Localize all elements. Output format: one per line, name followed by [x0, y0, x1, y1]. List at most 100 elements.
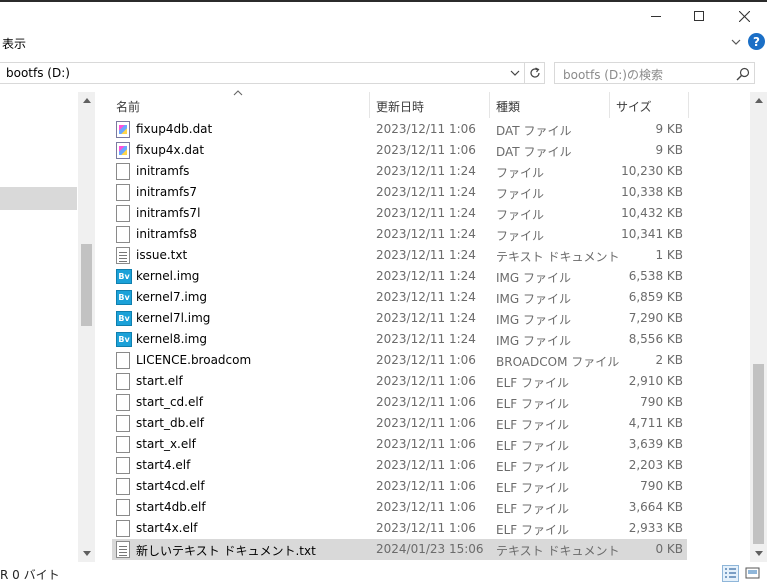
file-row[interactable]: start.elf 2023/12/11 1:06 ELF ファイル 2,910 KB	[112, 371, 687, 392]
nav-selected-item[interactable]	[0, 187, 77, 210]
large-icons-view-button[interactable]	[744, 565, 761, 582]
file-modified: 2023/12/11 1:06	[376, 458, 476, 472]
file-row[interactable]: fixup4db.dat 2023/12/11 1:06 DAT ファイル 9 KB	[112, 119, 687, 140]
file-row[interactable]: start4.elf 2023/12/11 1:06 ELF ファイル 2,203 K…	[112, 455, 687, 476]
column-divider[interactable]	[369, 92, 370, 118]
file-icon	[116, 352, 130, 369]
tab-view[interactable]: 表示	[2, 35, 26, 52]
file-name: start4x.elf	[136, 521, 198, 535]
large-icons-view-icon	[745, 567, 760, 579]
file-modified: 2023/12/11 1:24	[376, 290, 476, 304]
column-divider[interactable]	[688, 92, 689, 118]
text-file-icon	[116, 541, 130, 558]
file-type: ELF ファイル	[496, 397, 569, 411]
file-name: LICENCE.broadcom	[136, 353, 252, 367]
help-button[interactable]: ?	[748, 33, 765, 50]
file-row[interactable]: start4x.elf 2023/12/11 1:06 ELF ファイル 2,933 …	[112, 518, 687, 539]
minimize-icon	[651, 15, 661, 17]
file-row[interactable]: start_cd.elf 2023/12/11 1:06 ELF ファイル 790 K…	[112, 392, 687, 413]
file-name: start_x.elf	[136, 437, 196, 451]
address-history-button[interactable]	[508, 65, 522, 81]
file-size: 3,639 KB	[628, 437, 683, 451]
column-header-name[interactable]: 名前	[116, 98, 140, 115]
file-row[interactable]: Bv kernel8.img 2023/12/11 1:24 IMG ファイル 8,55…	[112, 329, 687, 350]
file-size: 2 KB	[655, 353, 683, 367]
minimize-button[interactable]	[633, 2, 679, 30]
file-icon	[116, 205, 130, 222]
search-box[interactable]: bootfs (D:)の検索	[554, 62, 755, 84]
file-modified: 2023/12/11 1:06	[376, 395, 476, 409]
file-list-scrollbar[interactable]	[750, 92, 767, 562]
file-row[interactable]: start4cd.elf 2023/12/11 1:06 ELF ファイル 790 K…	[112, 476, 687, 497]
file-name: 新しいテキスト ドキュメント.txt	[136, 544, 316, 558]
chevron-down-icon	[731, 39, 741, 45]
file-row[interactable]: initramfs 2023/12/11 1:24 ファイル 10,230 KB	[112, 161, 687, 182]
scroll-up-icon[interactable]	[78, 92, 95, 109]
file-icon	[116, 520, 130, 537]
file-icon	[116, 184, 130, 201]
file-row[interactable]: fixup4x.dat 2023/12/11 1:06 DAT ファイル 9 KB	[112, 140, 687, 161]
navigation-scrollbar[interactable]	[78, 92, 95, 562]
file-row[interactable]: start_x.elf 2023/12/11 1:06 ELF ファイル 3,639 …	[112, 434, 687, 455]
refresh-icon	[529, 67, 540, 78]
file-modified: 2023/12/11 1:24	[376, 164, 476, 178]
column-header-size[interactable]: サイズ	[616, 98, 652, 115]
column-divider[interactable]	[609, 92, 610, 118]
file-modified: 2023/12/11 1:24	[376, 248, 476, 262]
navigation-pane	[0, 92, 78, 562]
file-name: start_db.elf	[136, 416, 204, 430]
dat-file-icon	[116, 121, 130, 138]
file-type: IMG ファイル	[496, 313, 572, 327]
file-size: 8,556 KB	[628, 332, 683, 346]
file-type: ELF ファイル	[496, 502, 569, 516]
file-modified: 2023/12/11 1:06	[376, 521, 476, 535]
details-view-icon	[725, 568, 736, 578]
close-button[interactable]	[721, 2, 767, 30]
details-view-button[interactable]	[722, 565, 739, 582]
file-modified: 2023/12/11 1:06	[376, 500, 476, 514]
address-path: bootfs (D:)	[6, 66, 70, 80]
file-icon	[116, 436, 130, 453]
column-header-type[interactable]: 種類	[496, 98, 520, 115]
scroll-down-icon[interactable]	[750, 545, 767, 562]
file-row[interactable]: issue.txt 2023/12/11 1:24 テキスト ドキュメント 1 KB	[112, 245, 687, 266]
navigation-scroll-thumb[interactable]	[81, 244, 92, 326]
address-bar[interactable]: bootfs (D:)	[0, 62, 525, 84]
file-icon	[116, 163, 130, 180]
file-row[interactable]: LICENCE.broadcom 2023/12/11 1:06 BROADCOM …	[112, 350, 687, 371]
file-icon	[116, 457, 130, 474]
maximize-button[interactable]	[676, 2, 722, 30]
file-type: ELF ファイル	[496, 523, 569, 537]
column-header-modified[interactable]: 更新日時	[376, 98, 424, 115]
file-size: 10,341 KB	[621, 227, 683, 241]
file-type: IMG ファイル	[496, 271, 572, 285]
file-size: 9 KB	[655, 122, 683, 136]
file-row[interactable]: initramfs7l 2023/12/11 1:24 ファイル 10,432 KB	[112, 203, 687, 224]
file-row[interactable]: initramfs7 2023/12/11 1:24 ファイル 10,338 KB	[112, 182, 687, 203]
file-list-scroll-thumb[interactable]	[753, 364, 764, 544]
file-row[interactable]: start4db.elf 2023/12/11 1:06 ELF ファイル 3,664…	[112, 497, 687, 518]
file-size: 9 KB	[655, 143, 683, 157]
file-row[interactable]: initramfs8 2023/12/11 1:24 ファイル 10,341 KB	[112, 224, 687, 245]
scroll-down-icon[interactable]	[78, 545, 95, 562]
file-size: 0 KB	[655, 542, 683, 556]
ribbon: 表示 ?	[0, 30, 767, 58]
file-name: initramfs8	[136, 227, 198, 241]
file-row[interactable]: 新しいテキスト ドキュメント.txt 2024/01/23 15:06 テキスト ド…	[112, 539, 687, 560]
file-row[interactable]: Bv kernel7l.img 2023/12/11 1:24 IMG ファイル 7,2…	[112, 308, 687, 329]
ribbon-expand-button[interactable]	[728, 34, 744, 50]
file-size: 10,338 KB	[621, 185, 683, 199]
file-size: 2,933 KB	[628, 521, 683, 535]
file-type: ファイル	[496, 187, 545, 201]
scroll-up-icon[interactable]	[750, 92, 767, 109]
img-file-icon: Bv	[116, 269, 132, 284]
file-row[interactable]: start_db.elf 2023/12/11 1:06 ELF ファイル 4,711…	[112, 413, 687, 434]
file-row[interactable]: Bv kernel7.img 2023/12/11 1:24 IMG ファイル 6,85…	[112, 287, 687, 308]
refresh-button[interactable]	[525, 62, 545, 84]
dat-file-icon	[116, 142, 130, 159]
file-row[interactable]: Bv kernel.img 2023/12/11 1:24 IMG ファイル 6,538…	[112, 266, 687, 287]
column-divider[interactable]	[489, 92, 490, 118]
file-modified: 2023/12/11 1:06	[376, 353, 476, 367]
file-modified: 2023/12/11 1:24	[376, 206, 476, 220]
file-type: ELF ファイル	[496, 460, 569, 474]
